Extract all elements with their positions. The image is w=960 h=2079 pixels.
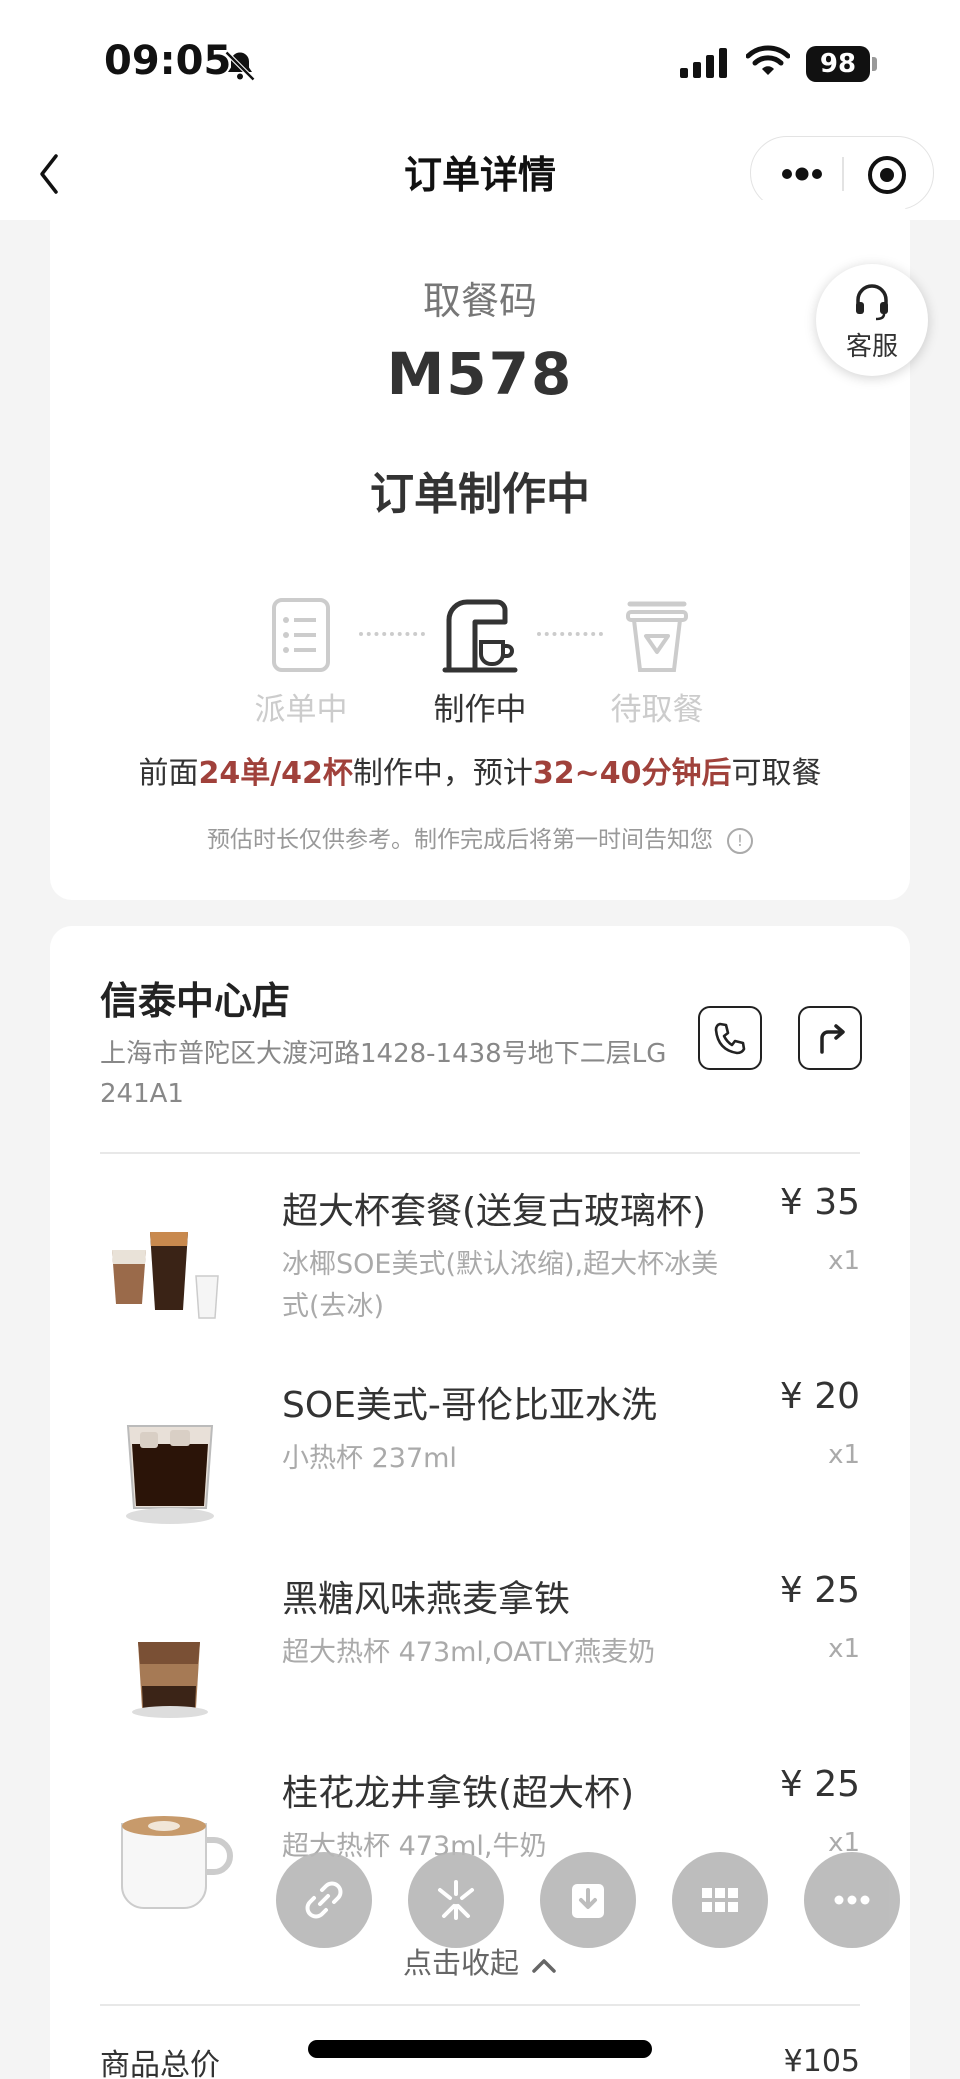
collapse-toggle[interactable]: 点击收起 — [0, 1940, 960, 1982]
pickup-code-label: 取餐码 — [422, 279, 537, 323]
step-label: 制作中 — [433, 692, 527, 728]
more-icon — [834, 1895, 870, 1905]
sparkle-button[interactable] — [408, 1852, 504, 1948]
navigate-store-button[interactable] — [798, 1006, 862, 1070]
divider — [100, 1152, 860, 1154]
home-indicator — [308, 2040, 652, 2058]
cup-icon — [626, 601, 688, 672]
item-price: ¥ 20 — [779, 1376, 860, 1417]
bell-muted-icon — [224, 50, 256, 82]
item-quantity: x1 — [828, 1634, 860, 1664]
item-spec: 超大热杯 473ml,OATLY燕麦奶 — [282, 1637, 656, 1668]
item-name: 超大杯套餐(送复古玻璃杯) — [282, 1191, 707, 1232]
pickup-code: M578 — [386, 340, 574, 408]
item-quantity: x1 — [828, 1246, 860, 1276]
eta-prefix: 前面 — [138, 756, 199, 791]
eta-note-text: 预估时长仅供参考。制作完成后将第一时间告知您 — [207, 827, 713, 853]
mini-program-capsule — [750, 136, 934, 210]
subtotal-label: 商品总价 — [100, 2048, 220, 2079]
item-price: ¥ 35 — [779, 1182, 860, 1223]
item-price: ¥ 25 — [779, 1764, 860, 1805]
download-button[interactable] — [540, 1852, 636, 1948]
step-dispatching: 派单中 — [231, 590, 371, 729]
headset-icon — [856, 284, 888, 321]
signal-icon — [680, 48, 727, 78]
latte-mug-image — [121, 1816, 233, 1909]
more-button[interactable] — [804, 1852, 900, 1948]
order-item[interactable]: 超大杯套餐(送复古玻璃杯) ¥ 35 冰椰SOE美式(默认浓缩),超大杯冰美式(… — [100, 1182, 860, 1352]
customer-service-button[interactable]: 客服 — [816, 264, 928, 376]
collapse-label: 点击收起 — [402, 1946, 519, 1980]
turn-right-arrow-icon — [820, 1024, 845, 1054]
order-item[interactable]: 黑糖风味燕麦拿铁 ¥ 25 超大热杯 473ml,OATLY燕麦奶 x1 — [100, 1570, 860, 1740]
queue-count: 24单/42杯 — [198, 756, 353, 791]
info-icon[interactable]: ! — [727, 827, 753, 854]
link-icon — [305, 1881, 343, 1919]
subtotal-value: ¥105 — [783, 2044, 860, 2079]
eta-note: 预估时长仅供参考。制作完成后将第一时间告知您! — [50, 820, 910, 854]
item-spec: 冰椰SOE美式(默认浓缩),超大杯冰美式(去冰) — [282, 1249, 719, 1322]
status-time: 09:05 — [104, 38, 232, 84]
eta-suffix: 可取餐 — [731, 756, 822, 791]
step-ready: 待取餐 — [587, 590, 727, 729]
download-icon — [572, 1884, 604, 1918]
divider — [100, 2004, 860, 2006]
order-item[interactable]: SOE美式-哥伦比亚水洗 ¥ 20 小热杯 237ml x1 — [100, 1376, 860, 1546]
chevron-up-icon — [532, 1959, 556, 1973]
item-spec: 小热杯 237ml — [282, 1443, 457, 1474]
item-name: 桂花龙井拿铁(超大杯) — [282, 1773, 635, 1814]
service-label: 客服 — [845, 332, 898, 362]
wifi-icon — [746, 45, 790, 75]
eta-time: 32~40分钟后 — [532, 756, 732, 791]
status-bar: 09:05 98 — [0, 0, 960, 130]
eta-text: 前面24单/42杯制作中，预计32~40分钟后可取餐 — [50, 748, 910, 792]
eta-middle: 制作中，预计 — [352, 756, 533, 791]
phone-icon — [714, 1022, 746, 1055]
ellipsis-icon[interactable] — [779, 159, 825, 189]
list-icon — [272, 598, 330, 672]
store-address: 上海市普陀区大渡河路1428-1438号地下二层LG 241A1 — [100, 1039, 667, 1109]
step-label: 待取餐 — [610, 692, 704, 728]
battery-nub — [872, 57, 877, 71]
oat-latte-image — [132, 1642, 208, 1718]
combo-drinks-image — [112, 1232, 219, 1319]
item-price: ¥ 25 — [779, 1570, 860, 1611]
coffee-machine-icon — [442, 599, 518, 673]
item-name: 黑糖风味燕麦拿铁 — [282, 1579, 571, 1620]
grid-icon — [702, 1888, 738, 1912]
step-label: 派单中 — [254, 692, 348, 728]
sparkle-icon — [438, 1880, 474, 1920]
order-status: 订单制作中 — [370, 469, 590, 520]
target-icon[interactable] — [865, 153, 909, 197]
item-name: SOE美式-哥伦比亚水洗 — [282, 1385, 657, 1426]
call-store-button[interactable] — [698, 1006, 762, 1070]
order-status-card: 取餐码 M578 订单制作中 派单中 制作中 待取餐 前面24单/42杯制作中，… — [50, 200, 910, 900]
capsule-divider — [842, 157, 844, 191]
store-name: 信泰中心店 — [100, 979, 291, 1023]
item-quantity: x1 — [828, 1440, 860, 1470]
step-making: 制作中 — [410, 590, 550, 729]
americano-glass-image — [126, 1425, 214, 1524]
battery-level: 98 — [806, 46, 870, 82]
link-button[interactable] — [276, 1852, 372, 1948]
grid-button[interactable] — [672, 1852, 768, 1948]
